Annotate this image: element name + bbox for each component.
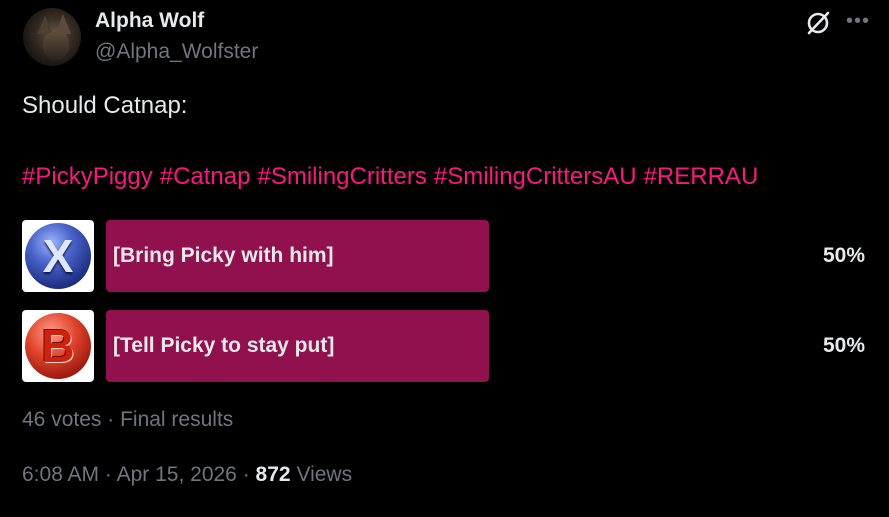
separator-dot: · (107, 408, 115, 431)
poll-option-2: B [Tell Picky to stay put] 50% (22, 310, 867, 382)
tweet-metadata: 6:08 AM · Apr 15, 2026 · 872 Views (22, 463, 352, 487)
avatar-wolf-ear-right (55, 14, 71, 34)
views-label: Views (296, 463, 353, 486)
hashtag-link[interactable]: #PickyPiggy (22, 163, 153, 191)
poll-option-label: [Tell Picky to stay put] (113, 334, 335, 357)
poll-option-1: X [Bring Picky with him] 50% (22, 220, 867, 292)
poll-option-image-letter: B (41, 320, 75, 372)
avatar[interactable] (23, 8, 81, 66)
tweet-time[interactable]: 6:08 AM (22, 463, 99, 486)
grok-icon[interactable] (805, 10, 831, 36)
hashtag-link[interactable]: #Catnap (160, 163, 251, 191)
more-icon[interactable]: ••• (846, 8, 870, 34)
poll-option-percent: 50% (822, 244, 865, 267)
hashtag-link[interactable]: #RERRAU (644, 163, 759, 191)
avatar-wolf-head (43, 32, 69, 60)
poll-option-image[interactable]: B (22, 310, 94, 382)
separator-dot: · (242, 463, 250, 486)
views-count: 872 (255, 463, 291, 486)
hashtag-list: #PickyPiggy #Catnap #SmilingCritters #Sm… (22, 163, 758, 191)
poll-option-percent: 50% (822, 334, 865, 357)
tweet-text: Should Catnap: (22, 92, 188, 119)
hashtag-link[interactable]: #SmilingCrittersAU (434, 163, 637, 191)
author-name[interactable]: Alpha Wolf (95, 9, 204, 33)
poll-option-image[interactable]: X (22, 220, 94, 292)
separator-dot: · (104, 463, 112, 486)
poll-vote-count: 46 votes (22, 408, 102, 431)
tweet-date[interactable]: Apr 15, 2026 (117, 463, 237, 486)
poll-option-image-letter: X (42, 230, 74, 282)
poll-summary: 46 votes · Final results (22, 408, 233, 432)
poll-option-label: [Bring Picky with him] (113, 244, 334, 267)
author-handle[interactable]: @Alpha_Wolfster (95, 40, 258, 64)
poll-status: Final results (120, 408, 234, 431)
hashtag-link[interactable]: #SmilingCritters (257, 163, 426, 191)
